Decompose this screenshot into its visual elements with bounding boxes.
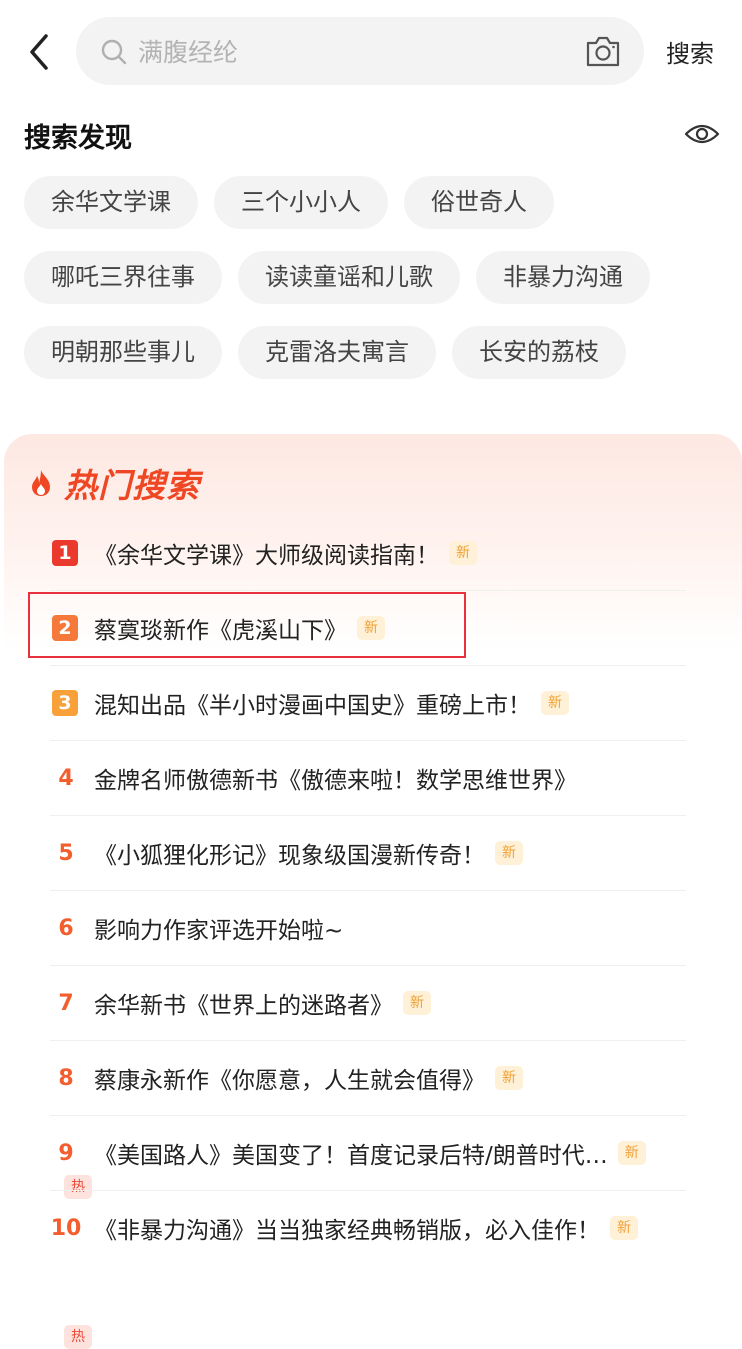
hot-search-title: 热门搜索: [64, 466, 200, 505]
new-tag: 新: [495, 1066, 523, 1090]
new-tag: 新: [610, 1216, 638, 1240]
new-tag: 新: [403, 991, 431, 1015]
rank-number: 10: [50, 1215, 82, 1241]
search-button[interactable]: 搜索: [666, 34, 714, 69]
hot-search-item[interactable]: 8 蔡康永新作《你愿意，人生就会值得》 新: [50, 1041, 686, 1116]
discovery-chip[interactable]: 非暴力沟通: [476, 251, 650, 304]
hot-search-item[interactable]: 6 影响力作家评选开始啦~ 热: [50, 891, 686, 1349]
hot-item-text: 金牌名师傲德新书《傲德来啦！数学思维世界》: [94, 768, 577, 794]
hot-item-text: 蔡康永新作《你愿意，人生就会值得》: [94, 1068, 485, 1094]
search-icon: [101, 39, 127, 65]
hot-search-item[interactable]: 7 余华新书《世界上的迷路者》 新: [50, 966, 686, 1041]
rank-number: 6: [58, 915, 74, 941]
hot-item-text: 《小狐狸化形记》现象级国漫新传奇！: [94, 843, 485, 869]
discovery-chip[interactable]: 克雷洛夫寓言: [238, 326, 436, 379]
rank-badge: 2: [52, 615, 78, 641]
hot-item-text: 《余华文学课》大师级阅读指南！: [94, 543, 439, 569]
new-tag: 新: [495, 841, 523, 865]
hot-search-item[interactable]: 5 《小狐狸化形记》现象级国漫新传奇！ 新: [50, 816, 686, 891]
chip-row: 明朝那些事儿 克雷洛夫寓言 长安的荔枝: [24, 326, 724, 379]
discovery-title: 搜索发现: [24, 123, 132, 154]
discovery-chip[interactable]: 三个小小人: [214, 176, 388, 229]
rank-number: 8: [58, 1065, 74, 1091]
new-tag: 新: [617, 1141, 646, 1165]
new-tag: 新: [357, 616, 385, 640]
discovery-chip[interactable]: 余华文学课: [24, 176, 198, 229]
camera-icon[interactable]: [584, 33, 622, 69]
discovery-chip[interactable]: 哪吒三界往事: [24, 251, 222, 304]
hot-search-list: 1 《余华文学课》大师级阅读指南！ 新 2 蔡寞琰新作《虎溪山下》 新 3 混知…: [4, 516, 742, 1349]
search-input[interactable]: [136, 31, 560, 73]
hot-search-item[interactable]: 4 金牌名师傲德新书《傲德来啦！数学思维世界》 热: [50, 741, 686, 1199]
chip-row: 余华文学课 三个小小人 俗世奇人: [24, 176, 724, 229]
discovery-chip[interactable]: 俗世奇人: [404, 176, 554, 229]
hot-search-item[interactable]: 1 《余华文学课》大师级阅读指南！ 新: [50, 516, 686, 591]
hot-item-text: 影响力作家评选开始啦~: [94, 918, 344, 944]
rank-number: 4: [58, 765, 74, 791]
hot-search-item[interactable]: 2 蔡寞琰新作《虎溪山下》 新: [50, 591, 686, 666]
top-bar: 搜索: [0, 0, 742, 100]
rank-number: 7: [58, 990, 74, 1016]
hot-item-text: 《美国路人》美国变了！首度记录后特/朗普时代…: [94, 1143, 608, 1169]
rank-number: 9: [58, 1140, 74, 1166]
hot-item-text: 混知出品《半小时漫画中国史》重磅上市！: [94, 693, 531, 719]
hot-search-item[interactable]: 9 《美国路人》美国变了！首度记录后特/朗普时代… 新: [50, 1116, 686, 1191]
hot-search-header: 热门搜索: [30, 462, 200, 505]
hot-search-panel: 热门搜索 1 《余华文学课》大师级阅读指南！ 新 2 蔡寞琰新作《虎溪山下》 新…: [4, 434, 742, 1349]
discovery-chips: 余华文学课 三个小小人 俗世奇人 哪吒三界往事 读读童谣和儿歌 非暴力沟通 明朝…: [24, 176, 724, 401]
hot-search-item[interactable]: 10 《非暴力沟通》当当独家经典畅销版，必入佳作！ 新: [50, 1191, 686, 1265]
hot-item-text: 《非暴力沟通》当当独家经典畅销版，必入佳作！: [94, 1218, 600, 1244]
rank-badge: 3: [52, 690, 78, 716]
chip-row: 哪吒三界往事 读读童谣和儿歌 非暴力沟通: [24, 251, 724, 304]
discovery-chip[interactable]: 明朝那些事儿: [24, 326, 222, 379]
rank-badge: 1: [52, 540, 78, 566]
discovery-chip[interactable]: 读读童谣和儿歌: [238, 251, 460, 304]
hot-item-text: 蔡寞琰新作《虎溪山下》: [94, 618, 347, 644]
search-box[interactable]: [76, 17, 644, 85]
hot-search-item[interactable]: 3 混知出品《半小时漫画中国史》重磅上市！ 新: [50, 666, 686, 741]
hot-item-text: 余华新书《世界上的迷路者》: [94, 993, 393, 1019]
rank-number: 5: [58, 840, 74, 866]
new-tag: 新: [449, 541, 477, 565]
hot-tag: 热: [64, 1325, 92, 1349]
new-tag: 新: [541, 691, 569, 715]
eye-icon[interactable]: [684, 120, 720, 148]
flame-icon: [32, 470, 50, 496]
back-chevron-left-icon[interactable]: [22, 30, 58, 74]
discovery-chip[interactable]: 长安的荔枝: [452, 326, 626, 379]
